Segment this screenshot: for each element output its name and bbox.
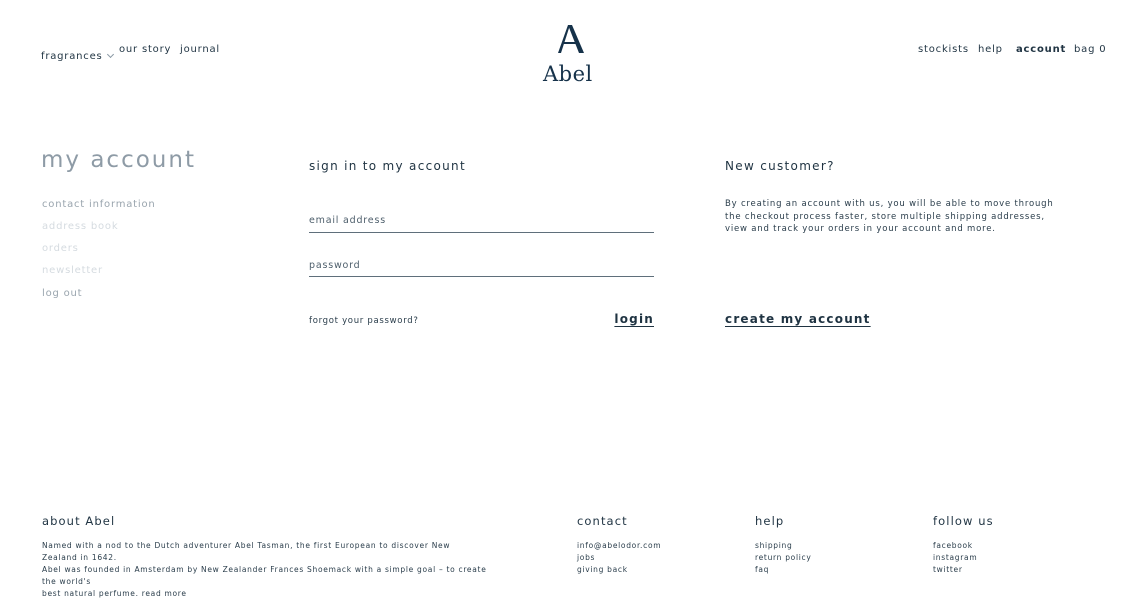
sidebar-item-log-out[interactable]: log out [42,288,82,299]
footer-help-shipping[interactable]: shipping [755,540,812,552]
footer-about-line-2: Abel was founded in Amsterdam by New Zea… [42,565,487,586]
logo-wordmark: Abel [543,62,593,86]
footer-help-return-policy[interactable]: return policy [755,552,812,564]
nav-journal[interactable]: journal [180,44,220,55]
nav-help[interactable]: help [978,44,1003,55]
email-placeholder: email address [309,215,386,226]
footer-help-list: shipping return policy faq [755,540,812,576]
nav-fragrances[interactable]: fragrances [41,50,114,62]
footer-about-text: Named with a nod to the Dutch adventurer… [42,540,487,600]
footer-contact-list: info@abelodor.com jobs giving back [577,540,661,576]
footer-contact-email[interactable]: info@abelodor.com [577,540,661,552]
footer-follow-instagram[interactable]: instagram [933,552,977,564]
footer-follow-list: facebook instagram twitter [933,540,977,576]
footer-contact-giving-back[interactable]: giving back [577,564,661,576]
footer-help-faq[interactable]: faq [755,564,812,576]
new-customer-line-1: By creating an account with us, you will… [725,199,1054,209]
signin-title: sign in to my account [309,159,466,173]
chevron-down-icon [106,50,114,59]
new-customer-line-2: the checkout process faster, store multi… [725,211,1045,222]
new-customer-title: New customer? [725,159,835,173]
logo[interactable]: Abel [540,22,600,88]
email-field[interactable]: email address [309,212,654,233]
new-customer-description: By creating an account with us, you will… [725,198,1054,236]
footer-follow-facebook[interactable]: facebook [933,540,977,552]
nav-our-story[interactable]: our story [119,44,171,55]
footer-about-line-1: Named with a nod to the Dutch adventurer… [42,541,451,562]
footer-about-line-3: best natural perfume. read more [42,589,187,598]
sidebar-item-contact-information[interactable]: contact information [42,199,156,210]
footer-contact-jobs[interactable]: jobs [577,552,661,564]
nav-left: fragrances [41,44,114,63]
abel-logo-mark [558,25,584,53]
password-placeholder: password [309,260,361,271]
nav-fragrances-label: fragrances [41,51,103,62]
page-title: my account [41,147,196,173]
forgot-password-link[interactable]: forgot your password? [309,316,419,326]
sidebar-item-newsletter[interactable]: newsletter [42,265,103,276]
email-underline [309,232,654,233]
footer-follow-title: follow us [933,514,994,528]
footer-about-title: about Abel [42,514,116,528]
nav-bag[interactable]: bag 0 [1074,44,1106,55]
new-customer-line-3: view and track your orders in your accou… [725,224,996,234]
sidebar-item-address-book[interactable]: address book [42,221,118,232]
nav-stockists[interactable]: stockists [918,44,969,55]
footer-contact-title: contact [577,514,628,528]
nav-account[interactable]: account [1016,44,1066,55]
footer-follow-twitter[interactable]: twitter [933,564,977,576]
password-field[interactable]: password [309,256,654,277]
footer-help-title: help [755,514,785,528]
password-underline [309,276,654,277]
sidebar-item-orders[interactable]: orders [42,243,79,254]
create-account-button[interactable]: create my account [725,312,871,326]
login-button[interactable]: login [614,312,654,326]
